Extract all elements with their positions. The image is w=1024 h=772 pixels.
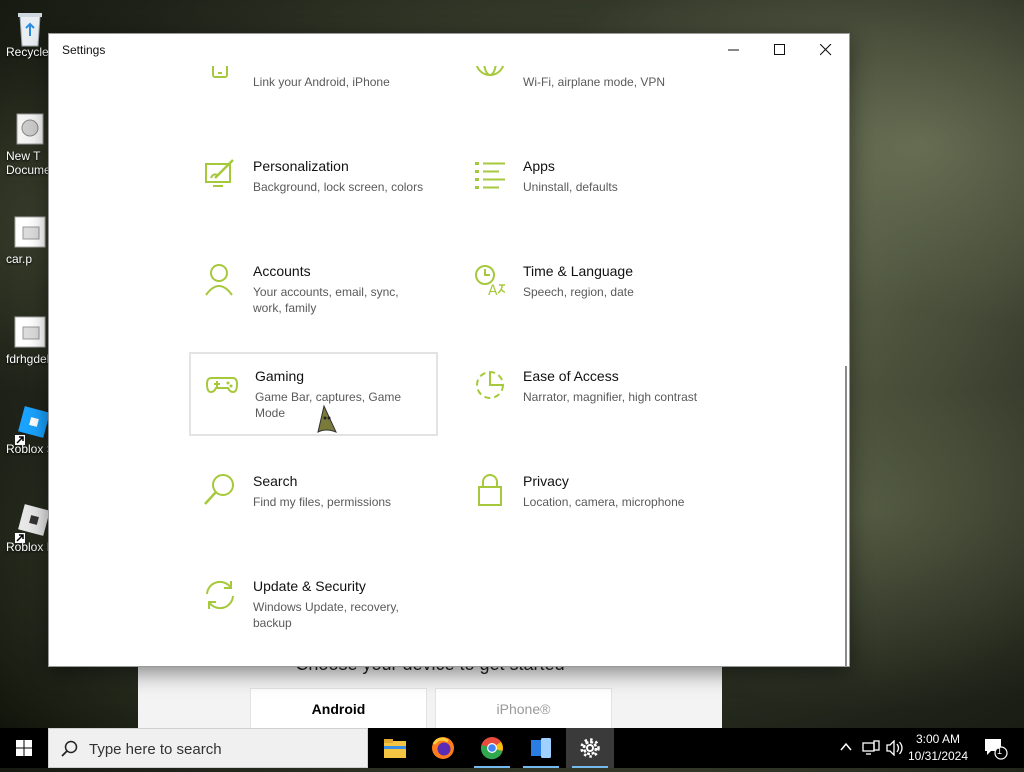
tile-name: Apps [523, 158, 555, 174]
tile-description: Narrator, magnifier, high contrast [523, 390, 698, 404]
tile-name: Time & Language [523, 263, 633, 279]
iphone-button[interactable]: iPhone® [435, 688, 612, 729]
tile-ease-of-access[interactable]: Ease of Access Narrator, magnifier, high… [459, 354, 707, 436]
tile-description: Find my files, permissions [253, 495, 392, 509]
clock-date: 10/31/2024 [907, 749, 969, 763]
taskbar-app-phone-link[interactable] [517, 728, 565, 768]
minimize-icon [728, 49, 739, 51]
chrome-icon [480, 737, 503, 760]
tile-name: Ease of Access [523, 368, 619, 384]
action-center-button[interactable]: 1 [976, 728, 1016, 768]
tile-name: Update & Security [253, 578, 366, 594]
speaker-icon [886, 740, 903, 756]
volume-tray-button[interactable] [884, 728, 904, 768]
tile-privacy[interactable]: Privacy Location, camera, microphone [459, 459, 707, 541]
tile-description: Wi-Fi, airplane mode, VPN [523, 75, 666, 89]
close-icon [820, 44, 832, 56]
search-icon [61, 740, 78, 757]
apps-list-icon [473, 158, 507, 192]
window-title: Settings [62, 43, 106, 57]
tile-apps[interactable]: Apps Uninstall, defaults [459, 144, 707, 226]
tile-update-security[interactable]: Update & Security Windows Update, recove… [189, 564, 437, 646]
mouse-cursor-icon [314, 404, 340, 438]
personalization-icon [203, 158, 237, 192]
tile-description: Background, lock screen, colors [253, 180, 424, 194]
title-bar[interactable]: Settings [49, 34, 849, 66]
taskbar-clock[interactable]: 3:00 AM 10/31/2024 [904, 731, 972, 765]
start-button[interactable] [0, 728, 48, 768]
taskbar-search-box[interactable] [48, 728, 368, 768]
minimize-button[interactable] [711, 34, 757, 66]
taskbar-app-settings[interactable] [566, 728, 614, 768]
tile-description: Link your Android, iPhone [253, 75, 390, 89]
maximize-icon [774, 44, 785, 55]
tile-time-language[interactable]: A Time & Language Speech, region, date [459, 249, 707, 331]
tile-description: Speech, region, date [523, 285, 634, 299]
tile-name: Accounts [253, 263, 311, 279]
roblox-player-icon [13, 503, 50, 543]
globe-icon [473, 66, 507, 87]
network-icon [862, 740, 880, 755]
chevron-up-icon [840, 742, 852, 751]
close-button[interactable] [803, 34, 849, 66]
settings-gear-icon [580, 738, 600, 758]
recycle-bin-icon [13, 8, 47, 47]
image-file-icon [13, 215, 47, 249]
tile-description: Windows Update, recovery, backup [253, 600, 399, 630]
sync-icon [203, 578, 237, 612]
taskbar-app-firefox[interactable] [419, 728, 467, 768]
tile-phone[interactable]: Link your Android, iPhone [189, 66, 437, 121]
ease-of-access-icon [473, 368, 507, 402]
notification-count-badge: 1 [997, 746, 1003, 756]
tile-description: Your accounts, email, sync, work, family [253, 285, 399, 315]
tile-network[interactable]: Wi-Fi, airplane mode, VPN [459, 66, 707, 121]
tile-name: Gaming [255, 368, 305, 384]
taskbar-search-input[interactable] [87, 737, 361, 761]
text-document-icon [13, 112, 47, 146]
show-hidden-icons-button[interactable] [836, 728, 856, 768]
lock-icon [473, 473, 507, 507]
tile-search[interactable]: Search Find my files, permissions [189, 459, 437, 541]
maximize-button[interactable] [757, 34, 803, 66]
phone-icon [203, 66, 237, 87]
tile-description: Uninstall, defaults [523, 180, 618, 194]
windows-logo-icon [16, 740, 32, 756]
svg-text:A: A [488, 283, 498, 297]
vertical-scrollbar[interactable] [845, 366, 847, 666]
gamepad-icon [205, 368, 239, 402]
tile-name: Privacy [523, 473, 569, 489]
tile-description: Location, camera, microphone [523, 495, 685, 509]
image-file-icon [13, 315, 47, 349]
time-language-icon: A [473, 263, 507, 299]
clock-time: 3:00 AM [915, 732, 961, 746]
network-tray-button[interactable] [860, 728, 882, 768]
tile-description: Game Bar, captures, Game Mode [255, 390, 402, 420]
firefox-icon [432, 737, 454, 759]
phone-link-icon [531, 738, 551, 758]
search-icon [203, 473, 237, 507]
taskbar: 3:00 AM 10/31/2024 1 [0, 728, 1024, 768]
tile-personalization[interactable]: Personalization Background, lock screen,… [189, 144, 437, 226]
roblox-studio-icon [13, 405, 50, 445]
android-button[interactable]: Android [250, 688, 427, 729]
taskbar-app-chrome[interactable] [468, 728, 516, 768]
tile-name: Search [253, 473, 298, 489]
tile-accounts[interactable]: Accounts Your accounts, email, sync, wor… [189, 249, 437, 331]
person-icon [203, 263, 237, 297]
file-explorer-icon [384, 739, 406, 758]
settings-home-grid: Link your Android, iPhone Wi-Fi, airplan… [49, 66, 849, 666]
settings-window: Settings Link your Android, iPhone Wi-Fi… [48, 33, 850, 667]
notification-icon [985, 739, 1008, 760]
taskbar-app-file-explorer[interactable] [371, 728, 419, 768]
tile-name: Personalization [253, 158, 349, 174]
